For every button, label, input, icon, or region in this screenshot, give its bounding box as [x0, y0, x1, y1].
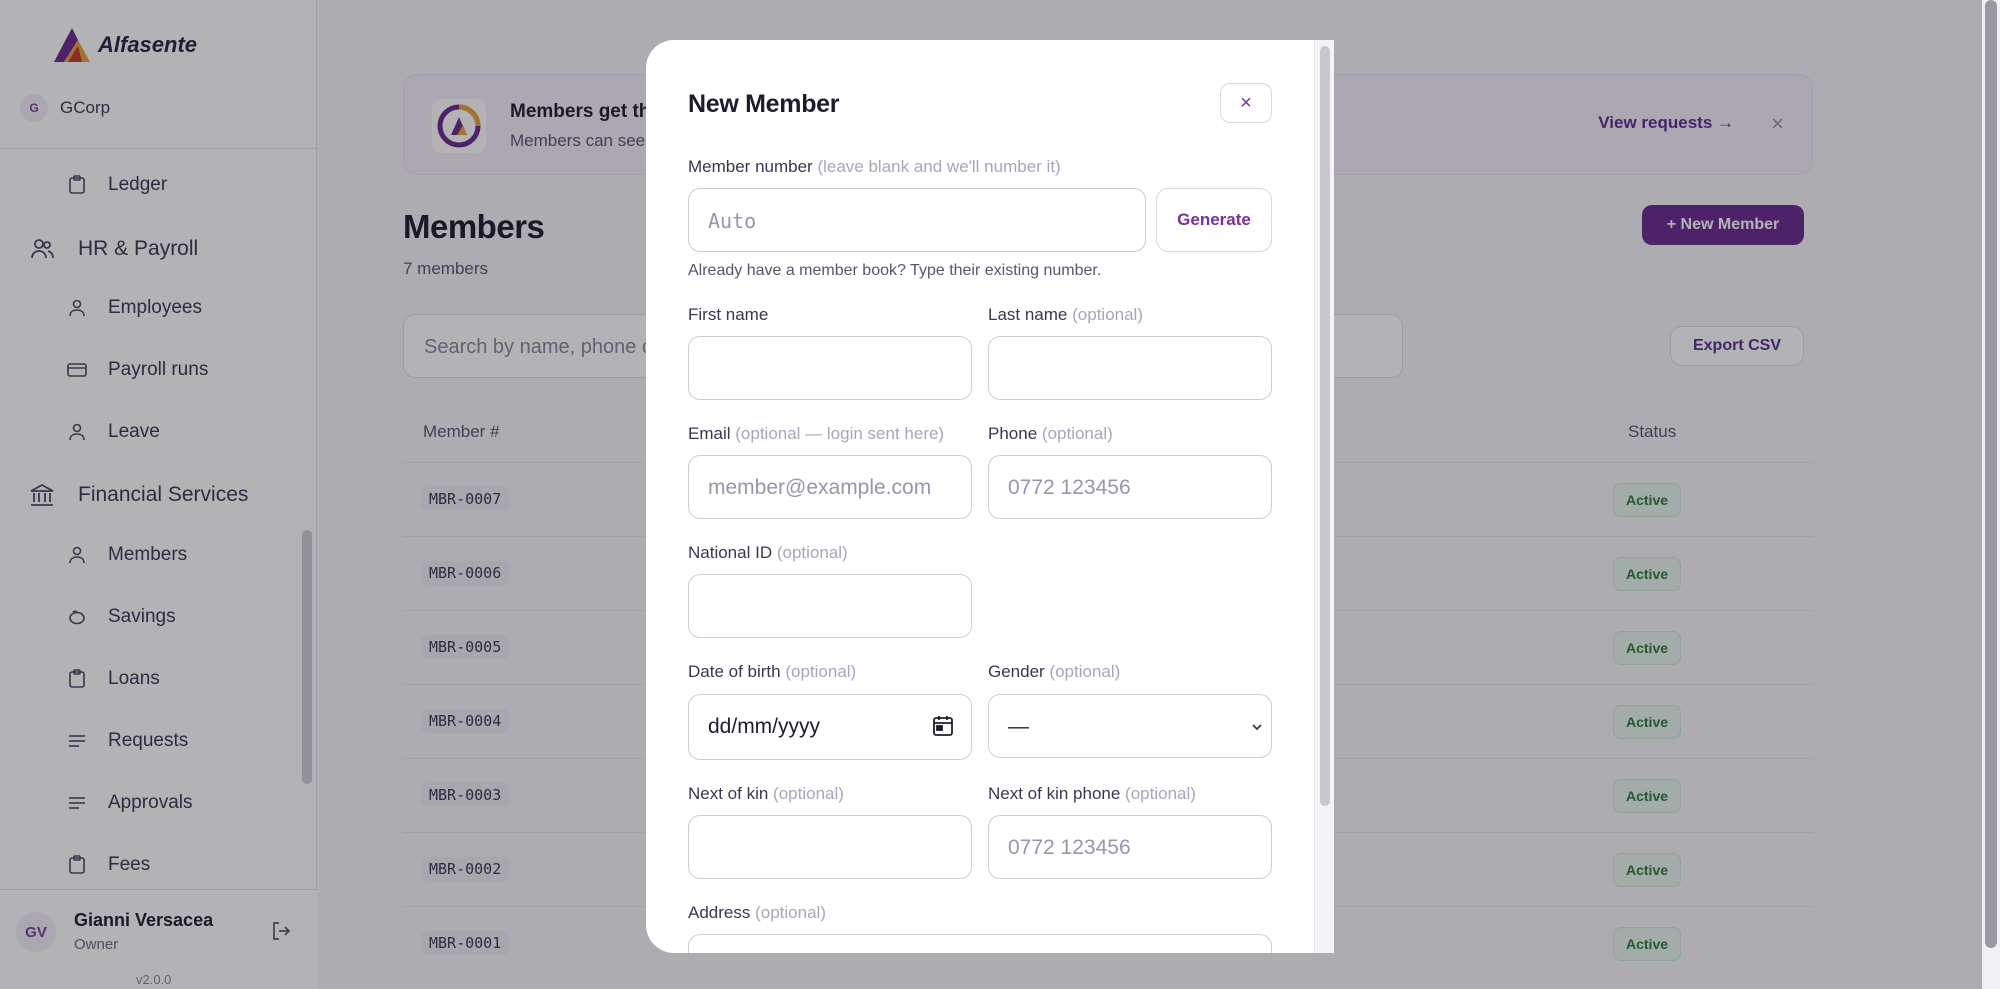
- email-label: Email (optional — login sent here): [688, 424, 944, 444]
- label-text: Phone: [988, 424, 1038, 443]
- placeholder: Auto: [708, 209, 757, 233]
- first-name-label: First name: [688, 305, 768, 325]
- label-hint: (optional): [755, 903, 826, 922]
- label-text: National ID: [688, 543, 773, 562]
- dialog-title: New Member: [688, 90, 840, 118]
- label-hint: (optional): [1041, 424, 1113, 443]
- email-field[interactable]: member@example.com: [688, 455, 972, 519]
- calendar-icon[interactable]: [933, 715, 953, 737]
- last-name-label: Last name (optional): [988, 305, 1143, 325]
- label-hint: (optional): [1049, 662, 1121, 681]
- label-text: First name: [688, 305, 769, 324]
- dialog-scrollbar-thumb[interactable]: [1320, 46, 1330, 806]
- close-icon: ×: [1240, 91, 1252, 114]
- date-of-birth-label: Date of birth (optional): [688, 662, 856, 682]
- address-input[interactable]: [688, 934, 1272, 953]
- first-name-input[interactable]: [688, 336, 972, 400]
- placeholder: 0772 123456: [1008, 476, 1131, 499]
- window-scrollbar[interactable]: [1982, 0, 2000, 989]
- last-name-input[interactable]: [988, 336, 1272, 400]
- member-number-label: Member number (leave blank and we'll num…: [688, 157, 1061, 177]
- phone-field[interactable]: 0772 123456: [988, 455, 1272, 519]
- label-hint: (leave blank and we'll number it): [817, 157, 1061, 176]
- date-of-birth-input[interactable]: dd/mm/yyyy: [688, 694, 972, 760]
- chevron-down-icon: [1252, 724, 1262, 731]
- label-hint: (optional): [785, 662, 857, 681]
- phone-label: Phone (optional): [988, 424, 1113, 444]
- label-text: Member number: [688, 157, 813, 176]
- label-text: Date of birth: [688, 662, 781, 681]
- gender-label: Gender (optional): [988, 662, 1120, 682]
- label-hint: (optional — login sent here): [735, 424, 945, 443]
- close-button[interactable]: ×: [1220, 83, 1272, 123]
- next-of-kin-label: Next of kin (optional): [688, 784, 844, 804]
- selected-value: —: [1008, 715, 1029, 738]
- placeholder: member@example.com: [708, 476, 932, 499]
- national-id-input[interactable]: [688, 574, 972, 638]
- next-of-kin-input[interactable]: [688, 815, 972, 879]
- label-text: Next of kin: [688, 784, 769, 803]
- generate-button[interactable]: Generate: [1156, 188, 1272, 252]
- label-hint: (optional): [776, 543, 848, 562]
- address-label: Address (optional): [688, 903, 826, 923]
- member-number-help: Already have a member book? Type their e…: [688, 262, 1102, 279]
- next-of-kin-phone-label: Next of kin phone (optional): [988, 784, 1196, 804]
- dialog-scrollbar[interactable]: [1314, 40, 1334, 953]
- label-text: Address: [688, 903, 751, 922]
- label-text: Gender: [988, 662, 1045, 681]
- label-text: Email: [688, 424, 731, 443]
- placeholder: 0772 123456: [1008, 836, 1131, 859]
- window-scrollbar-thumb[interactable]: [1985, 0, 1997, 948]
- label-text: Last name: [988, 305, 1068, 324]
- gender-select[interactable]: —: [988, 694, 1272, 758]
- date-value: dd/mm/yyyy: [708, 715, 821, 738]
- next-of-kin-phone-field[interactable]: 0772 123456: [988, 815, 1272, 879]
- member-number-input[interactable]: Auto: [688, 188, 1146, 252]
- new-member-dialog: New Member × Member number (leave blank …: [646, 40, 1334, 953]
- label-hint: (optional): [1125, 784, 1196, 803]
- label-hint: (optional): [1072, 305, 1143, 324]
- label-hint: (optional): [773, 784, 844, 803]
- label-text: Next of kin phone: [988, 784, 1121, 803]
- national-id-label: National ID (optional): [688, 543, 848, 563]
